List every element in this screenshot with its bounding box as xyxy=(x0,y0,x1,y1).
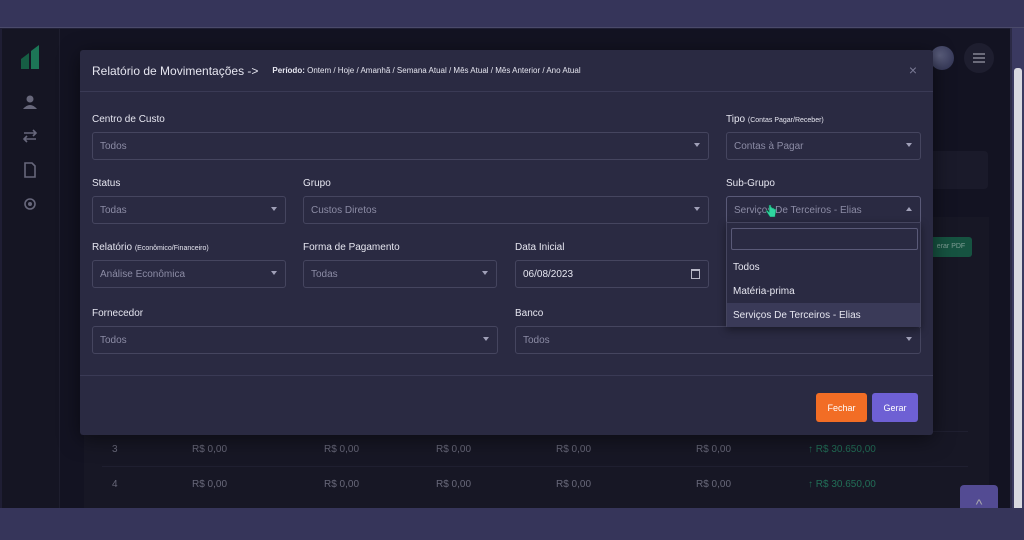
relatorio-select[interactable]: Análise Econômica xyxy=(92,260,286,288)
tipo-label-text: Tipo xyxy=(726,114,746,125)
banco-label: Banco xyxy=(515,308,544,319)
periodo-shortcuts: Período: Ontem / Hoje / Amanhã / Semana … xyxy=(272,66,580,75)
banco-value: Todos xyxy=(523,334,550,346)
forma-pagamento-label: Forma de Pagamento xyxy=(303,242,400,253)
modal-header: Relatório de Movimentações -> Período: O… xyxy=(80,50,933,92)
close-icon[interactable]: × xyxy=(909,62,917,78)
chevron-down-icon xyxy=(483,337,489,341)
grupo-label: Grupo xyxy=(303,178,331,189)
sub-grupo-select[interactable]: Serviços De Terceiros - Elias xyxy=(726,196,921,224)
report-modal: Relatório de Movimentações -> Período: O… xyxy=(80,50,933,435)
gerar-button[interactable]: Gerar xyxy=(872,393,918,422)
centro-custo-select[interactable]: Todos xyxy=(92,132,709,160)
sub-grupo-dropdown: Todos Matéria-prima Serviços De Terceiro… xyxy=(726,222,921,327)
dropdown-option-servicos-terceiros[interactable]: Serviços De Terceiros - Elias xyxy=(727,303,920,327)
chevron-down-icon xyxy=(906,143,912,147)
centro-custo-label: Centro de Custo xyxy=(92,114,165,125)
tipo-value: Contas à Pagar xyxy=(734,140,804,152)
tipo-select[interactable]: Contas à Pagar xyxy=(726,132,921,160)
centro-custo-value: Todos xyxy=(100,140,127,152)
browser-bottom-bar xyxy=(0,508,1024,540)
chevron-down-icon xyxy=(906,337,912,341)
banco-select[interactable]: Todos xyxy=(515,326,921,354)
scrollbar-thumb[interactable] xyxy=(1014,68,1022,528)
chevron-down-icon xyxy=(482,271,488,275)
calendar-icon[interactable] xyxy=(691,269,700,279)
relatorio-label-text: Relatório xyxy=(92,242,133,253)
status-value: Todas xyxy=(100,204,127,216)
status-select[interactable]: Todas xyxy=(92,196,286,224)
fornecedor-select[interactable]: Todos xyxy=(92,326,498,354)
chevron-down-icon xyxy=(271,271,277,275)
chevron-down-icon xyxy=(694,207,700,211)
dropdown-search-input[interactable] xyxy=(731,228,918,250)
sub-grupo-label: Sub-Grupo xyxy=(726,178,775,189)
dropdown-option-todos[interactable]: Todos xyxy=(727,255,920,279)
mouse-cursor-icon xyxy=(766,205,776,217)
modal-title: Relatório de Movimentações -> xyxy=(92,63,259,78)
grupo-select[interactable]: Custos Diretos xyxy=(303,196,709,224)
data-inicial-input[interactable]: 06/08/2023 xyxy=(515,260,709,288)
sub-grupo-value: Serviços De Terceiros - Elias xyxy=(734,204,862,216)
data-inicial-label: Data Inicial xyxy=(515,242,565,253)
modal-footer: Fechar Gerar xyxy=(80,375,933,435)
fornecedor-value: Todos xyxy=(100,334,127,346)
chevron-down-icon xyxy=(694,143,700,147)
forma-pagamento-value: Todas xyxy=(311,268,338,280)
browser-top-bar xyxy=(0,0,1024,28)
dropdown-option-materia-prima[interactable]: Matéria-prima xyxy=(727,279,920,303)
status-label: Status xyxy=(92,178,121,189)
periodo-label: Período: xyxy=(272,66,305,75)
relatorio-value: Análise Econômica xyxy=(100,268,186,280)
scrollbar-track[interactable] xyxy=(1012,28,1024,528)
tipo-label: Tipo (Contas Pagar/Receber) xyxy=(726,114,824,125)
relatorio-label: Relatório (Econômico/Financeiro) xyxy=(92,242,209,253)
fornecedor-label: Fornecedor xyxy=(92,308,144,319)
tipo-sublabel: (Contas Pagar/Receber) xyxy=(747,117,824,124)
chevron-up-icon xyxy=(906,207,912,211)
relatorio-sublabel: (Econômico/Financeiro) xyxy=(134,245,209,252)
forma-pagamento-select[interactable]: Todas xyxy=(303,260,497,288)
fechar-button[interactable]: Fechar xyxy=(816,393,867,422)
grupo-value: Custos Diretos xyxy=(311,204,377,216)
chevron-down-icon xyxy=(271,207,277,211)
periodo-options[interactable]: Ontem / Hoje / Amanhã / Semana Atual / M… xyxy=(307,66,580,75)
data-inicial-value: 06/08/2023 xyxy=(523,268,574,280)
